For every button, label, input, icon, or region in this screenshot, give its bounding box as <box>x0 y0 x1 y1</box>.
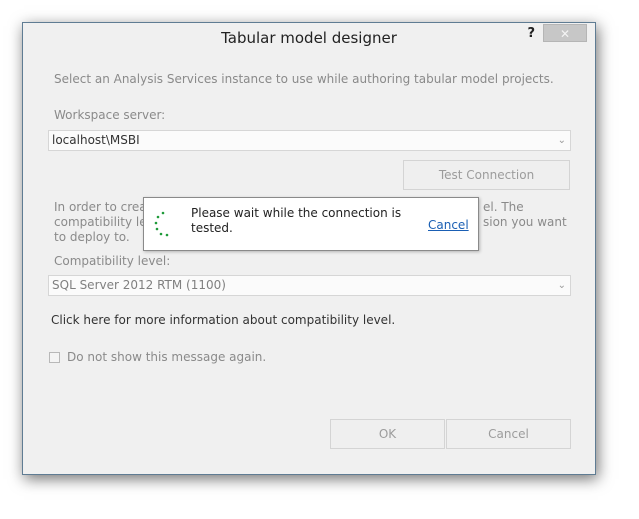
dont-show-checkbox[interactable] <box>49 352 60 363</box>
dialog-title: Tabular model designer <box>221 29 397 47</box>
loading-spinner-icon <box>154 211 169 237</box>
workspace-server-value: localhost\MSBI <box>52 133 140 147</box>
workspace-server-combobox[interactable]: localhost\MSBI ⌄ <box>48 130 571 151</box>
compatibility-level-value: SQL Server 2012 RTM (1100) <box>52 278 226 292</box>
connection-progress-popup: Please wait while the connection is test… <box>143 197 479 251</box>
workspace-server-label: Workspace server: <box>54 108 166 122</box>
compatibility-intro-text-right: el. The sion you want <box>483 200 567 229</box>
help-button[interactable]: ? <box>527 26 535 41</box>
compatibility-level-label: Compatibility level: <box>54 254 171 268</box>
compatibility-intro-text-left: In order to crea compatibility lev to de… <box>54 200 154 244</box>
chevron-down-icon[interactable]: ⌄ <box>558 131 566 150</box>
dont-show-label: Do not show this message again. <box>67 350 267 364</box>
title-bar: Tabular model designer ? ✕ <box>23 23 595 53</box>
popup-cancel-link[interactable]: Cancel <box>428 218 469 232</box>
chevron-down-icon[interactable]: ⌄ <box>558 276 566 295</box>
test-connection-button[interactable]: Test Connection <box>403 160 570 190</box>
wait-message: Please wait while the connection is test… <box>191 206 402 235</box>
ok-button[interactable]: OK <box>330 419 445 449</box>
instruction-text: Select an Analysis Services instance to … <box>54 72 554 86</box>
close-button[interactable]: ✕ <box>543 24 587 42</box>
compatibility-info-link[interactable]: Click here for more information about co… <box>51 313 395 327</box>
cancel-button[interactable]: Cancel <box>446 419 571 449</box>
close-icon: ✕ <box>559 27 571 41</box>
compatibility-level-combobox[interactable]: SQL Server 2012 RTM (1100) ⌄ <box>48 275 571 296</box>
